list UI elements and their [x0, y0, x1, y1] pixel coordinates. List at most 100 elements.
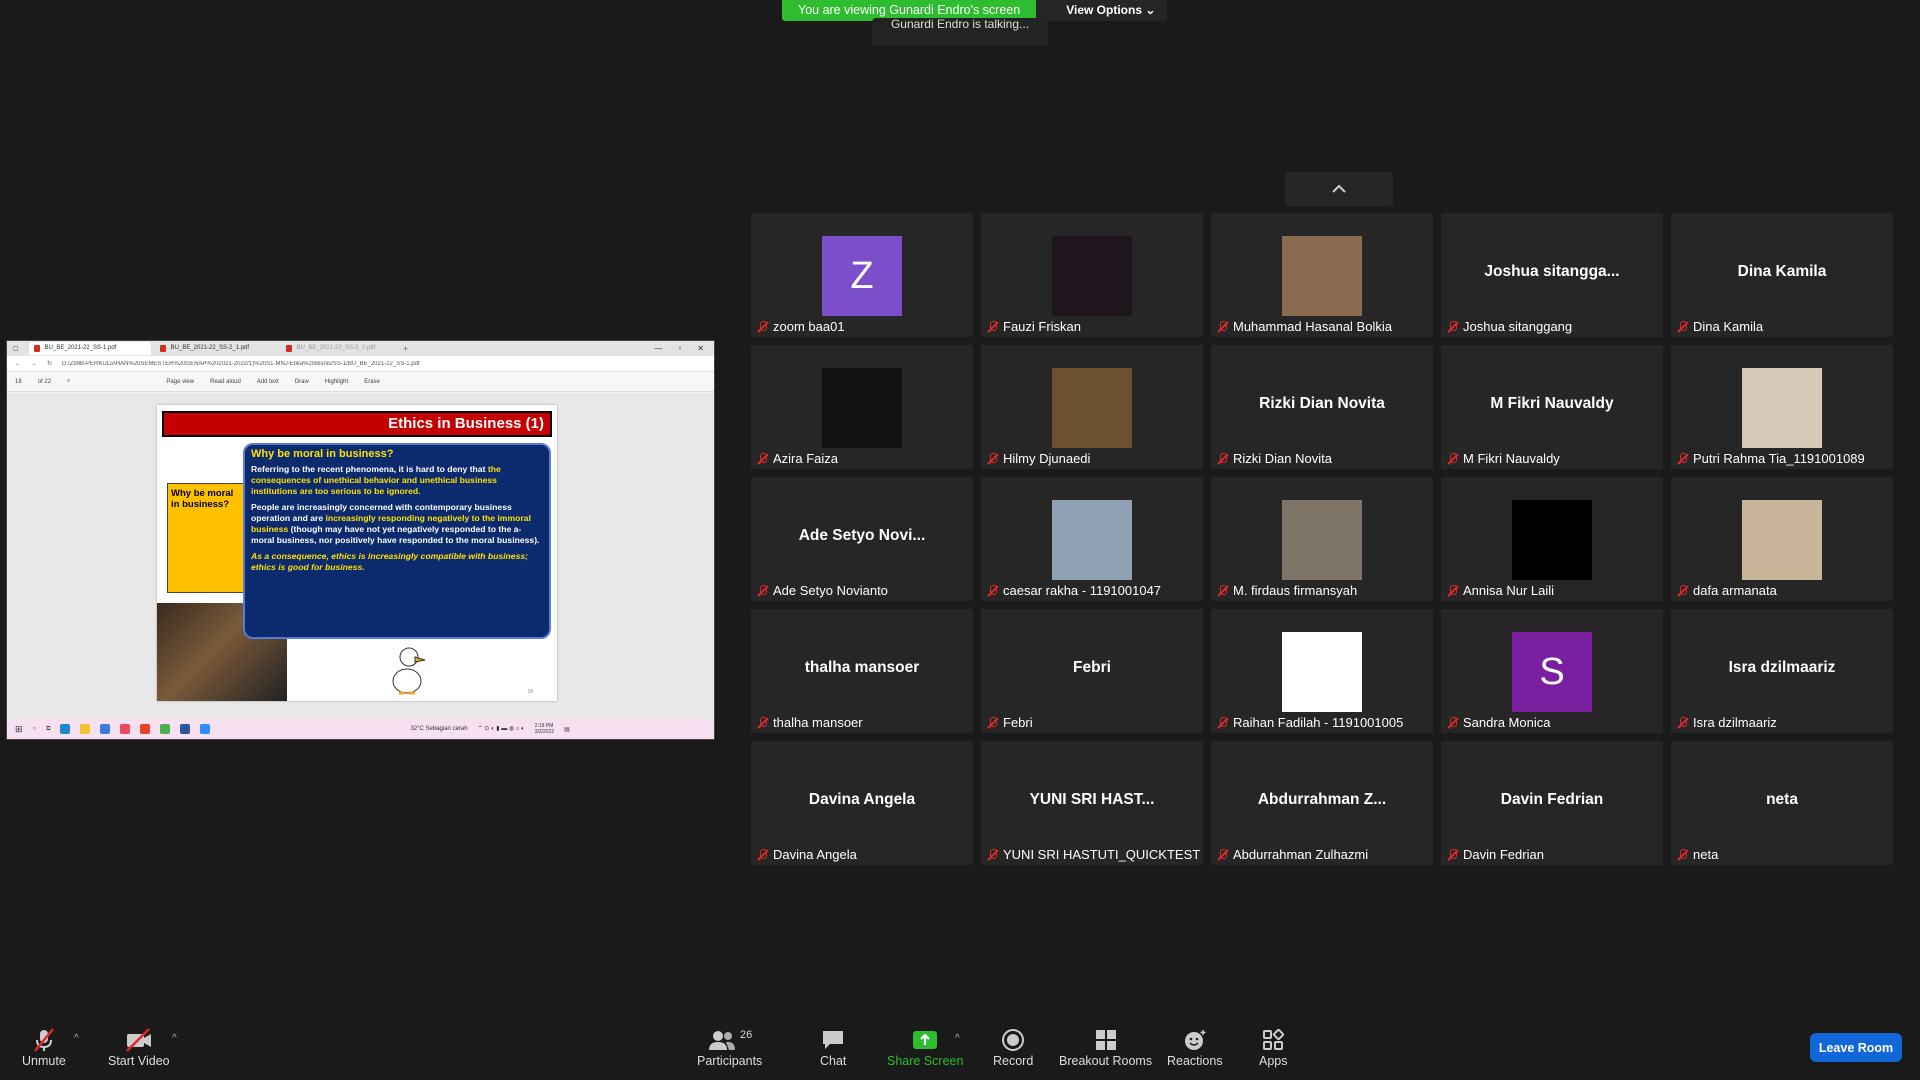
participant-tile[interactable]: Davina Angela Davina Angela — [751, 741, 973, 865]
participant-name-label: Fauzi Friskan — [987, 319, 1081, 334]
back-icon[interactable]: ← — [15, 361, 21, 367]
close-icon[interactable]: ✕ — [697, 344, 704, 353]
participant-tile[interactable]: neta neta — [1671, 741, 1893, 865]
unmute-button[interactable]: Unmute — [22, 1026, 66, 1068]
participant-tile[interactable]: Abdurrahman Z... Abdurrahman Zulhazmi — [1211, 741, 1433, 865]
chrome-icon[interactable] — [160, 724, 171, 734]
record-button[interactable]: Record — [993, 1026, 1033, 1068]
participant-tile[interactable]: Raihan Fadilah - 1191001005 — [1211, 609, 1433, 733]
participant-display-name: YUNI SRI HAST... — [1029, 791, 1155, 808]
minimize-icon[interactable]: — — [654, 344, 662, 353]
participant-tile[interactable]: Davin Fedrian Davin Fedrian — [1441, 741, 1663, 865]
participants-label: Participants — [697, 1054, 763, 1068]
active-speaker-indicator: Gunardi Endro is talking... — [872, 18, 1048, 46]
participant-name: thalha mansoer — [773, 715, 863, 730]
participant-tile[interactable]: YUNI SRI HAST... YUNI SRI HASTUTI_QUICKTE… — [981, 741, 1203, 865]
share-screen-icon — [913, 1031, 938, 1049]
participant-name-label: Davin Fedrian — [1447, 847, 1544, 862]
browser-tab[interactable]: BU_BE_2021-22_SS-1.pdf — [28, 342, 151, 355]
breakout-rooms-button[interactable]: Breakout Rooms — [1059, 1026, 1152, 1068]
url-text[interactable]: D:/Z99B-PERKULIAHAN%20SEMESTER%20GENAP%2… — [62, 361, 532, 367]
refresh-icon[interactable]: ↻ — [47, 360, 52, 367]
participants-button[interactable]: 26 Participants — [697, 1026, 762, 1068]
participant-tile[interactable]: Muhammad Hasanal Bolkia — [1211, 213, 1433, 337]
start-video-button[interactable]: Start Video — [108, 1026, 170, 1068]
task-view-icon[interactable]: ⧉ — [46, 726, 50, 733]
participant-tile[interactable]: S Sandra Monica — [1441, 609, 1663, 733]
mail-icon[interactable] — [100, 724, 111, 734]
store-icon[interactable] — [120, 724, 131, 734]
participant-tile[interactable]: Ade Setyo Novi... Ade Setyo Novianto — [751, 477, 973, 601]
page-total: of 22 — [37, 378, 52, 385]
participant-tile[interactable]: Dina Kamila Dina Kamila — [1671, 213, 1893, 337]
participant-tile[interactable]: Hilmy Djunaedi — [981, 345, 1203, 469]
muted-mic-icon — [987, 320, 999, 333]
apps-button[interactable]: Apps — [1259, 1026, 1288, 1068]
participant-tile[interactable]: Joshua sitangga... Joshua sitanggang — [1441, 213, 1663, 337]
erase-button[interactable]: Erase — [364, 379, 380, 385]
read-aloud-button[interactable]: Read aloud — [210, 379, 241, 385]
audio-options-caret[interactable]: ^ — [74, 1033, 79, 1044]
office-icon[interactable] — [140, 724, 151, 734]
participant-name-label: neta — [1677, 847, 1718, 862]
gallery-scroll-up-button[interactable] — [1285, 172, 1393, 206]
share-options-caret[interactable]: ^ — [955, 1033, 960, 1044]
breakout-rooms-icon — [1095, 1030, 1116, 1050]
leave-room-button[interactable]: Leave Room — [1810, 1033, 1902, 1062]
maximize-icon[interactable]: ▫ — [678, 344, 681, 353]
chat-button[interactable]: Chat — [820, 1026, 846, 1068]
participant-tile[interactable]: Fauzi Friskan — [981, 213, 1203, 337]
participant-tile[interactable]: M. firdaus firmansyah — [1211, 477, 1433, 601]
participant-tile[interactable]: Putri Rahma Tia_1191001089 — [1671, 345, 1893, 469]
participant-tile[interactable]: M Fikri Nauvaldy M Fikri Nauvaldy — [1441, 345, 1663, 469]
participant-tile[interactable]: Annisa Nur Laili — [1441, 477, 1663, 601]
window-menu-icon[interactable]: ▢ — [7, 345, 25, 352]
add-text-button[interactable]: Add text — [257, 379, 279, 385]
draw-button[interactable]: Draw — [295, 379, 309, 385]
browser-tab[interactable]: BU_BE_2021-22_SS-2_1.pdf — [155, 342, 277, 355]
forward-icon[interactable]: → — [31, 361, 37, 367]
participant-tile[interactable]: thalha mansoer thalha mansoer — [751, 609, 973, 733]
participant-tile[interactable]: Isra dzilmaariz Isra dzilmaariz — [1671, 609, 1893, 733]
pdf-viewer[interactable]: Ethics in Business (1) Why be moral in b… — [7, 393, 714, 719]
participant-tile[interactable]: Azira Faiza — [751, 345, 973, 469]
participant-tile[interactable]: dafa armanata — [1671, 477, 1893, 601]
edge-icon[interactable] — [60, 724, 71, 734]
participant-name: YUNI SRI HASTUTI_QUICKTEST — [1003, 847, 1201, 862]
search-icon[interactable]: ⌕ — [67, 378, 70, 385]
participant-tile[interactable]: Febri Febri — [981, 609, 1203, 733]
participant-display-name: M Fikri Nauvaldy — [1490, 395, 1614, 412]
muted-mic-icon — [987, 452, 999, 465]
clock[interactable]: 2:19 PM 3/2/2022 — [535, 723, 554, 735]
notification-icon[interactable]: ▤ — [564, 726, 570, 733]
word-icon[interactable] — [180, 724, 191, 734]
muted-mic-icon — [757, 584, 769, 597]
search-icon[interactable]: ○ — [33, 726, 37, 732]
browser-tab[interactable]: BU_BE_2021-22_SS-2_2.pdf — [281, 342, 403, 355]
page-number-input[interactable]: 18 — [15, 379, 22, 385]
chevron-up-icon — [1332, 184, 1346, 193]
participant-tile[interactable]: Zzoom baa01 — [751, 213, 973, 337]
new-tab-icon[interactable]: ＋ — [403, 344, 409, 353]
participant-tile[interactable]: caesar rakha - 1191001047 — [981, 477, 1203, 601]
reactions-button[interactable]: Reactions — [1167, 1026, 1223, 1068]
participant-tile[interactable]: Rizki Dian Novita Rizki Dian Novita — [1211, 345, 1433, 469]
muted-mic-icon — [757, 320, 769, 333]
windows-start-icon[interactable]: ⊞ — [15, 724, 23, 735]
share-screen-button[interactable]: Share Screen — [887, 1026, 963, 1068]
muted-mic-icon — [1217, 320, 1229, 333]
tray-icons[interactable]: ⌃ ⊙ ◐ ▮ ▬ ◍ ⌂ 🔈︎ — [478, 725, 525, 733]
chevron-down-icon: ⌄ — [1145, 3, 1156, 17]
highlight-button[interactable]: Highlight — [325, 379, 348, 385]
apps-label: Apps — [1259, 1054, 1288, 1068]
view-options-button[interactable]: View Options ⌄ — [1036, 0, 1168, 21]
video-options-caret[interactable]: ^ — [172, 1033, 177, 1044]
address-bar[interactable]: ← → ↻ D:/Z99B-PERKULIAHAN%20SEMESTER%20G… — [7, 356, 714, 372]
pdf-toolbar: 18 of 22 ⌕ Page view Read aloud Add text… — [7, 372, 714, 392]
avatar-photo — [1742, 368, 1822, 448]
participant-name: Febri — [1003, 715, 1033, 730]
slide-speech-bubble: Why be moral in business? Referring to t… — [243, 443, 551, 639]
page-view-button[interactable]: Page view — [166, 379, 194, 385]
zoom-icon[interactable] — [200, 724, 211, 734]
folder-icon[interactable] — [80, 724, 91, 734]
